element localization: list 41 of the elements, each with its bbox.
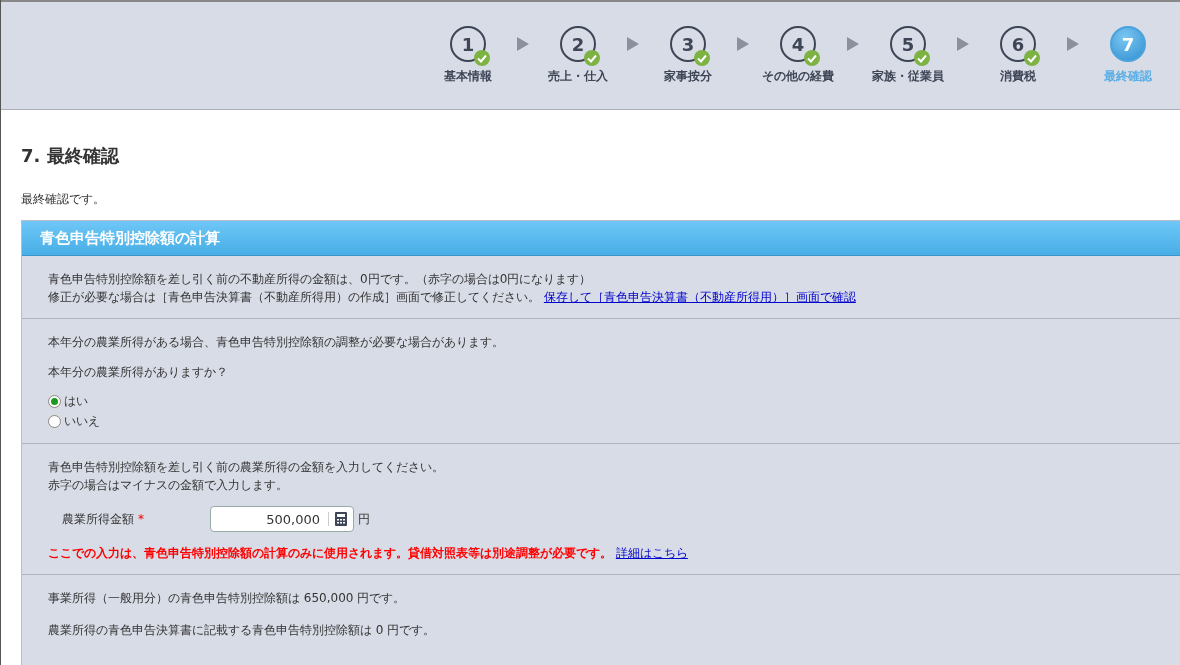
arrow-icon [957,37,969,51]
radio-icon[interactable] [48,414,61,428]
check-icon [804,50,820,66]
step-label: その他の経費 [762,68,834,85]
check-icon [474,50,490,66]
panel-header: 青色申告特別控除額の計算 [22,221,1180,256]
info-text: 青色申告特別控除額を差し引く前の農業所得の金額を入力してください。 [48,459,445,476]
arrow-icon [847,37,859,51]
arrow-icon [1067,37,1079,51]
arrow-icon [627,37,639,51]
step-label: 基本情報 [444,68,492,85]
warning-text: ここでの入力は、青色申告特別控除額の計算のみに使用されます。貸借対照表等は別途調整が必要です。 [48,546,612,560]
intro-text: 最終確認です。 [21,191,106,208]
step-label: 最終確認 [1104,68,1152,85]
unit-text: 円 [358,510,370,528]
field-label: 農業所得金額 [62,510,134,528]
check-icon [694,50,710,66]
required-mark: * [138,512,145,526]
step-label: 売上・仕入 [548,68,608,85]
step-label: 家族・従業員 [872,68,944,85]
radio-icon[interactable] [48,394,61,408]
check-icon [1024,50,1040,66]
radio-option[interactable]: はい [48,391,1154,411]
info-text: 修正が必要な場合は［青色申告決算書（不動産所得用）の作成］画面で修正してください。 [48,290,540,304]
question-text: 本年分の農業所得がありますか？ [48,364,229,381]
radio-option[interactable]: いいえ [48,411,1154,431]
step-label: 消費税 [1000,68,1036,85]
details-link[interactable]: 詳細はこちら [615,546,688,560]
info-text: 赤字の場合はマイナスの金額で入力します。 [48,477,289,494]
info-text: 本年分の農業所得がある場合、青色申告特別控除額の調整が必要な場合があります。 [48,334,505,351]
result-text: 事業所得（一般用分）の青色申告特別控除額は 650,000 円です。 [48,590,407,607]
confirm-link[interactable]: 保存して［青色申告決算書（不動産所得用）］画面で確認 [543,290,856,304]
check-icon [584,50,600,66]
amount-field[interactable]: 500,000 [210,506,354,532]
page-title: 7. 最終確認 [21,144,121,166]
info-text: 青色申告特別控除額を差し引く前の不動産所得の金額は、0円です。（赤字の場合は0円になります） [48,271,593,288]
arrow-icon [737,37,749,51]
arrow-icon [517,37,529,51]
step-label: 家事按分 [664,68,712,85]
check-icon [914,50,930,66]
result-text: 農業所得の青色申告決算書に記載する青色申告特別控除額は 0 円です。 [48,622,437,639]
